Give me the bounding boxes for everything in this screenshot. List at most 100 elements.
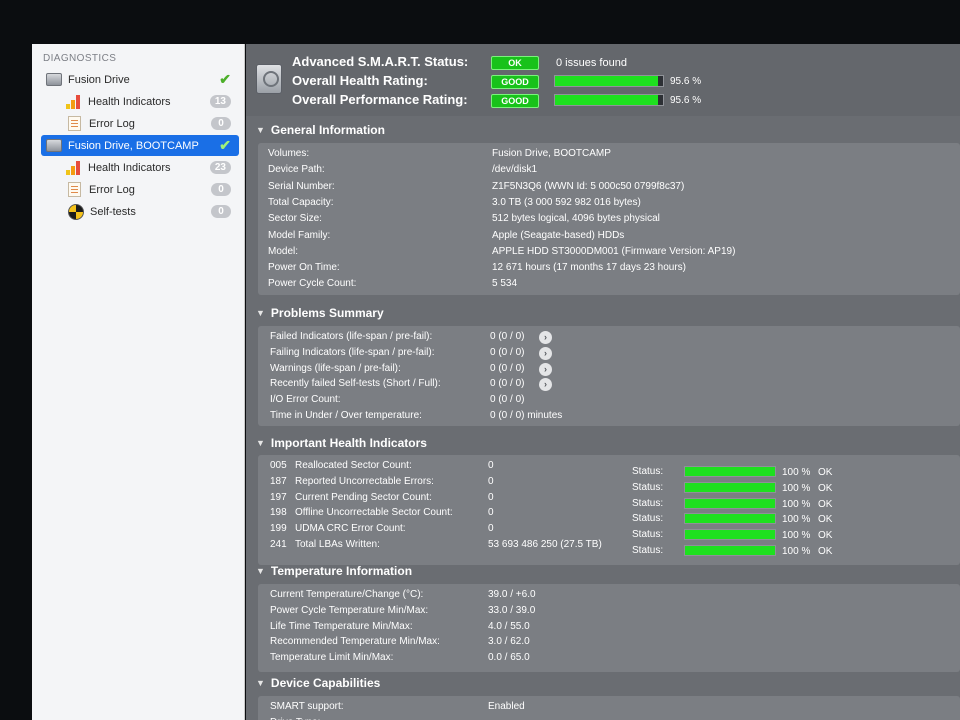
- smart-status-text: 0 issues found: [556, 57, 627, 69]
- sidebar-item-health-indicators[interactable]: Health Indicators 23: [66, 157, 239, 178]
- indicator-value: 0: [488, 460, 494, 471]
- sidebar-item-label: Self-tests: [90, 205, 136, 218]
- disclosure-triangle-icon: ▼: [256, 566, 265, 576]
- info-value: 512 bytes logical, 4096 bytes physical: [492, 213, 660, 225]
- problem-value: 0 (0 / 0): [490, 362, 525, 374]
- sidebar-item-label: Health Indicators: [88, 95, 171, 108]
- indicator-percent: 100 %: [782, 514, 811, 526]
- problem-label: I/O Error Count:: [270, 394, 341, 406]
- count-badge: 0: [211, 183, 231, 196]
- smart-status-pill: OK: [491, 56, 539, 70]
- indicator-status-bar: [684, 497, 776, 509]
- indicator-label: Reallocated Sector Count:: [295, 460, 412, 471]
- details-arrow-button[interactable]: ›: [539, 346, 552, 360]
- sidebar: DIAGNOSTICS Fusion Drive ✔ Health Indica…: [32, 44, 245, 720]
- problem-label: Failing Indicators (life-span / pre-fail…: [270, 346, 435, 358]
- problem-label: Recently failed Self-tests (Short / Full…: [270, 378, 441, 390]
- capabilities-panel: SMART support:EnabledDrive Type:: [258, 696, 960, 720]
- health-rating-percent: 95.6 %: [670, 76, 702, 87]
- health-rating-pill: GOOD: [491, 75, 539, 89]
- info-label: Model Family:: [268, 229, 331, 241]
- section-header-temperature[interactable]: ▼ Temperature Information: [246, 560, 960, 582]
- performance-rating-percent: 95.6 %: [670, 95, 702, 106]
- problem-value: 0 (0 / 0): [490, 378, 525, 390]
- sidebar-item-label: Error Log: [89, 183, 135, 196]
- indicator-state: OK: [818, 530, 833, 542]
- sidebar-item-self-tests[interactable]: Self-tests 0: [68, 201, 239, 222]
- indicator-percent: 100 %: [782, 546, 811, 557]
- sidebar-item-label: Error Log: [89, 117, 135, 130]
- indicator-id: 241: [270, 539, 287, 550]
- performance-rating-pill: GOOD: [491, 94, 539, 108]
- health-rating-bar: [554, 75, 664, 87]
- temperature-label: Temperature Limit Min/Max:: [270, 652, 394, 664]
- info-value: Apple (Seagate-based) HDDs: [492, 229, 625, 241]
- performance-rating-label: Overall Performance Rating:: [292, 92, 468, 107]
- drive-icon: [46, 139, 62, 152]
- indicator-status-bar: [684, 481, 776, 493]
- indicator-id: 197: [270, 491, 287, 503]
- info-value: Z1F5N3Q6 (WWN Id: 5 000c50 0799f8c37): [492, 180, 685, 192]
- indicator-label: Current Pending Sector Count:: [295, 491, 432, 503]
- performance-rating-bar: [554, 94, 664, 106]
- bar-chart-icon: [66, 160, 82, 175]
- indicator-percent: 100 %: [782, 498, 811, 510]
- indicator-id: 005: [270, 460, 287, 471]
- sidebar-item-error-log[interactable]: Error Log 0: [68, 179, 239, 200]
- info-label: Total Capacity:: [268, 196, 334, 208]
- problem-value: 0 (0 / 0): [490, 331, 525, 342]
- temperature-label: Power Cycle Temperature Min/Max:: [270, 604, 429, 616]
- section-header-capabilities[interactable]: ▼ Device Capabilities: [246, 672, 960, 694]
- problem-value: 0 (0 / 0): [490, 394, 525, 406]
- sidebar-item-fusion-drive[interactable]: Fusion Drive ✔: [46, 69, 239, 90]
- health-indicators-panel: 005 Reallocated Sector Count: 0 Status: 100 …: [258, 455, 960, 565]
- count-badge: 0: [211, 205, 231, 218]
- checkmark-icon: ✔: [219, 137, 231, 153]
- details-arrow-button[interactable]: ›: [539, 331, 552, 344]
- indicator-status-fill: [685, 546, 775, 555]
- log-icon: [68, 116, 81, 131]
- temperature-value: 39.0 / +6.0: [488, 589, 536, 600]
- temperature-label: Life Time Temperature Min/Max:: [270, 620, 413, 632]
- sidebar-item-label: Health Indicators: [88, 161, 171, 174]
- section-header-problems[interactable]: ▼ Problems Summary: [246, 302, 960, 324]
- sidebar-item-label: Fusion Drive, BOOTCAMP: [68, 139, 199, 152]
- indicator-status-fill: [685, 514, 775, 524]
- temperature-panel: Current Temperature/Change (°C): 39.0 / +…: [258, 584, 960, 672]
- drive-icon: [46, 73, 62, 86]
- indicator-value: 0: [488, 491, 494, 503]
- sidebar-item-error-log[interactable]: Error Log 0: [68, 113, 239, 134]
- performance-rating-fill: [555, 95, 659, 105]
- checkmark-icon: ✔: [219, 71, 231, 87]
- section-header-health[interactable]: ▼ Important Health Indicators: [246, 432, 960, 454]
- info-label: Model:: [268, 245, 299, 257]
- sidebar-item-health-indicators[interactable]: Health Indicators 13: [66, 91, 239, 112]
- sidebar-item-fusion-drive-bootcamp[interactable]: Fusion Drive, BOOTCAMP ✔: [41, 135, 239, 156]
- health-rating-fill: [555, 76, 659, 86]
- section-header-general[interactable]: ▼ General Information: [246, 119, 960, 141]
- indicator-status-bar: [684, 545, 776, 556]
- capability-value: Enabled: [488, 701, 525, 712]
- info-value: APPLE HDD ST3000DM001 (Firmware Version:…: [492, 245, 736, 257]
- indicator-status-bar: [684, 529, 776, 541]
- disclosure-triangle-icon: ▼: [256, 678, 265, 688]
- indicator-value: 53 693 486 250 (27.5 TB): [488, 539, 602, 550]
- health-rating-label: Overall Health Rating:: [292, 73, 428, 88]
- section-title: Device Capabilities: [270, 676, 381, 690]
- sidebar-heading: DIAGNOSTICS: [43, 53, 117, 64]
- indicator-status-bar: [684, 466, 776, 477]
- temperature-label: Recommended Temperature Min/Max:: [270, 636, 440, 648]
- count-badge: 23: [209, 161, 231, 174]
- indicator-state: OK: [818, 514, 833, 526]
- indicator-status-label: Status:: [632, 497, 664, 509]
- indicator-id: 199: [270, 523, 287, 535]
- info-label: Volumes:: [268, 148, 310, 159]
- count-badge: 0: [211, 117, 231, 130]
- details-arrow-button[interactable]: ›: [539, 362, 552, 376]
- count-badge: 13: [209, 95, 231, 108]
- details-arrow-button[interactable]: ›: [539, 378, 552, 392]
- problem-value: 0 (0 / 0): [490, 346, 525, 358]
- temperature-value: 0.0 / 65.0: [488, 652, 530, 664]
- status-header: Advanced S.M.A.R.T. Status: OK 0 issues …: [246, 44, 960, 116]
- info-value: Fusion Drive, BOOTCAMP: [492, 148, 611, 159]
